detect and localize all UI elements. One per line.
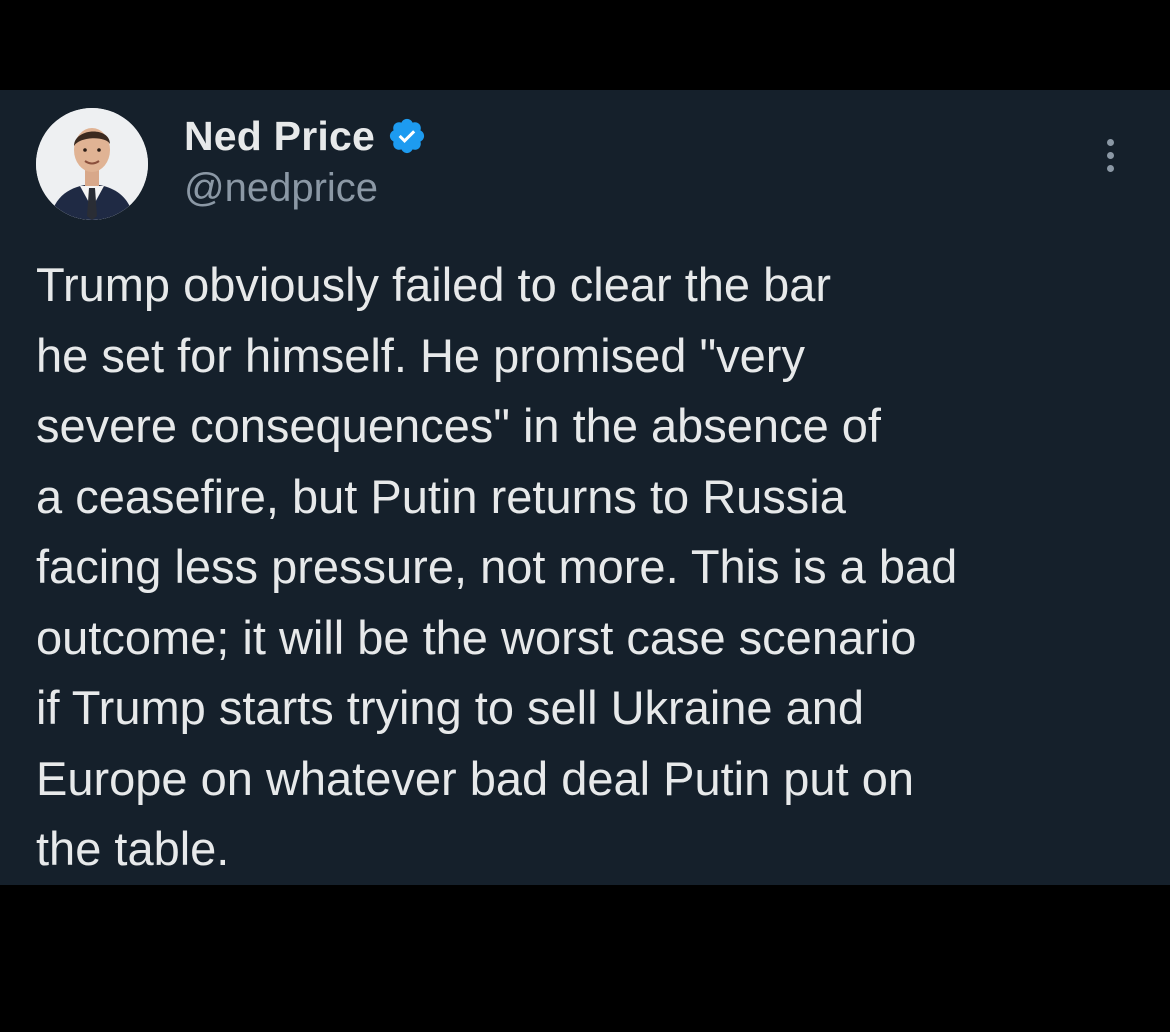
tweet-text: Trump obviously failed to clear the bar … bbox=[36, 250, 1136, 885]
tweet-text-line: the table. bbox=[36, 822, 230, 875]
tweet-text-line: facing less pressure, not more. This is … bbox=[36, 540, 958, 593]
tweet-text-line: he set for himself. He promised "very bbox=[36, 328, 805, 382]
verified-badge-icon bbox=[387, 116, 427, 156]
more-options-icon[interactable] bbox=[1092, 130, 1128, 180]
tweet-text-line: outcome; it will be the worst case scena… bbox=[36, 610, 917, 664]
tweet-text-line: if Trump starts trying to sell Ukraine a… bbox=[36, 681, 865, 734]
display-name[interactable]: Ned Price bbox=[184, 113, 375, 160]
display-name-row[interactable]: Ned Price bbox=[184, 112, 427, 160]
more-dot bbox=[1106, 138, 1114, 146]
more-dot bbox=[1106, 151, 1114, 159]
tweet-text-line: a ceasefire, but Putin returns to Russia bbox=[36, 469, 846, 523]
tweet-text-line: Europe on whatever bad deal Putin put on bbox=[36, 751, 914, 805]
tweet-text-line: Trump obviously failed to clear the bar bbox=[36, 258, 832, 311]
avatar-image bbox=[36, 108, 148, 220]
tweet-text-line: severe consequences" in the absence of bbox=[36, 399, 881, 452]
avatar[interactable] bbox=[36, 108, 148, 220]
user-handle[interactable]: @nedprice bbox=[184, 166, 378, 211]
tweet-card[interactable]: Ned Price @nedprice Trump obviously fail… bbox=[0, 90, 1170, 885]
more-dot bbox=[1106, 164, 1114, 172]
